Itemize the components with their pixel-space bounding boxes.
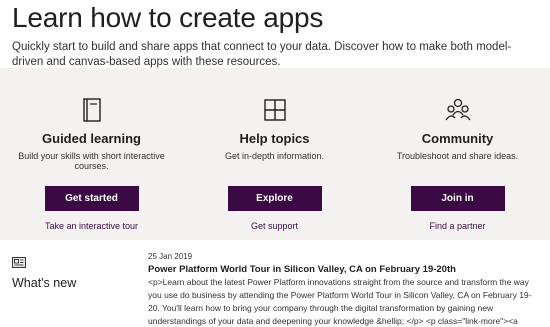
help-topics-card: Help topics Get in-depth information. Ex…: [183, 68, 366, 240]
find-a-partner-link[interactable]: Find a partner: [366, 221, 549, 231]
take-interactive-tour-link[interactable]: Take an interactive tour: [0, 221, 183, 231]
book-icon: [82, 98, 101, 122]
guided-learning-title: Guided learning: [42, 131, 141, 146]
grid-icon: [263, 99, 286, 121]
community-title: Community: [421, 131, 494, 146]
community-description: Troubleshoot and share ideas.: [396, 151, 519, 161]
news-body: <p>Learn about the latest Power Platform…: [148, 277, 532, 326]
get-support-link[interactable]: Get support: [183, 221, 366, 231]
resources-panel: Guided learning Build your skills with s…: [0, 68, 550, 240]
join-in-button[interactable]: Join in: [410, 186, 505, 211]
guided-learning-description: Build your skills with short interactive…: [18, 151, 165, 171]
news-item: 25 Jan 2019 Power Platform World Tour in…: [148, 252, 540, 327]
hero-section: Learn how to create apps Quickly start t…: [12, 0, 542, 70]
help-topics-description: Get in-depth information.: [224, 151, 325, 161]
explore-button[interactable]: Explore: [227, 186, 322, 211]
page-subtitle: Quickly start to build and share apps th…: [12, 41, 512, 68]
news-headline[interactable]: Power Platform World Tour in Silicon Val…: [148, 263, 540, 276]
page-title: Learn how to create apps: [12, 2, 324, 33]
people-icon: [444, 98, 471, 121]
news-date: 25 Jan 2019: [148, 252, 193, 261]
news-icon: [12, 257, 26, 268]
community-card: Community Troubleshoot and share ideas. …: [366, 68, 549, 240]
get-started-button[interactable]: Get started: [44, 186, 139, 211]
whats-new-heading: What's new: [12, 276, 77, 290]
guided-learning-card: Guided learning Build your skills with s…: [0, 68, 183, 240]
help-topics-title: Help topics: [239, 131, 310, 146]
